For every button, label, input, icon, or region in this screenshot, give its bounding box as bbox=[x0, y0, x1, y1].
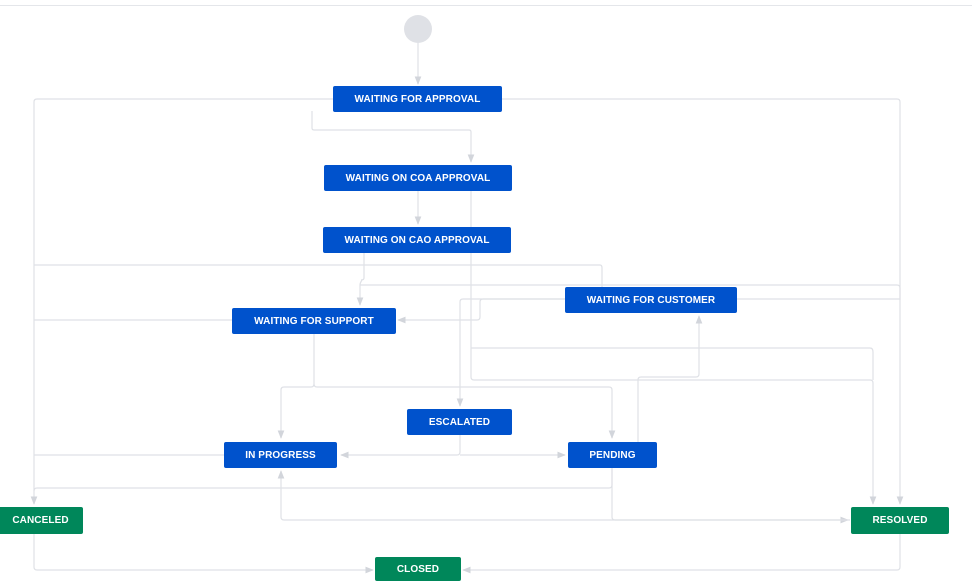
transition-customer-to-support bbox=[397, 298, 566, 324]
state-resolved[interactable]: RESOLVED bbox=[851, 507, 949, 534]
transition-resolved-to-inprogress bbox=[277, 470, 850, 521]
transition-canceled-to-closed bbox=[33, 534, 374, 574]
transition-escalated-to-inprogress bbox=[340, 435, 461, 459]
state-closed[interactable]: CLOSED bbox=[375, 557, 461, 581]
transition-cao-to-canceled bbox=[34, 264, 603, 287]
transition-coa-to-resolved bbox=[470, 190, 877, 505]
transition-approval-to-coa bbox=[311, 111, 475, 163]
state-waiting-on-coa-approval[interactable]: WAITING ON COA APPROVAL bbox=[324, 165, 512, 191]
state-canceled[interactable]: CANCELED bbox=[0, 507, 83, 534]
state-escalated[interactable]: ESCALATED bbox=[407, 409, 512, 435]
state-waiting-for-customer[interactable]: WAITING FOR CUSTOMER bbox=[565, 287, 737, 313]
state-waiting-for-approval[interactable]: WAITING FOR APPROVAL bbox=[333, 86, 502, 112]
transition-cao-to-support bbox=[356, 253, 365, 306]
state-pending[interactable]: PENDING bbox=[568, 442, 657, 468]
transition-customer-to-escalated bbox=[456, 298, 566, 407]
transition-coa-branch bbox=[471, 347, 874, 380]
state-in-progress[interactable]: IN PROGRESS bbox=[224, 442, 337, 468]
state-waiting-on-cao-approval[interactable]: WAITING ON CAO APPROVAL bbox=[323, 227, 511, 253]
transition-pending-to-resolved bbox=[611, 468, 849, 524]
transition-pending-to-canceled bbox=[33, 468, 613, 492]
transition-resolved-to-closed bbox=[462, 534, 901, 574]
start-node bbox=[404, 15, 432, 43]
transition-support-to-inprogress bbox=[277, 334, 315, 439]
state-waiting-for-support[interactable]: WAITING FOR SUPPORT bbox=[232, 308, 396, 334]
